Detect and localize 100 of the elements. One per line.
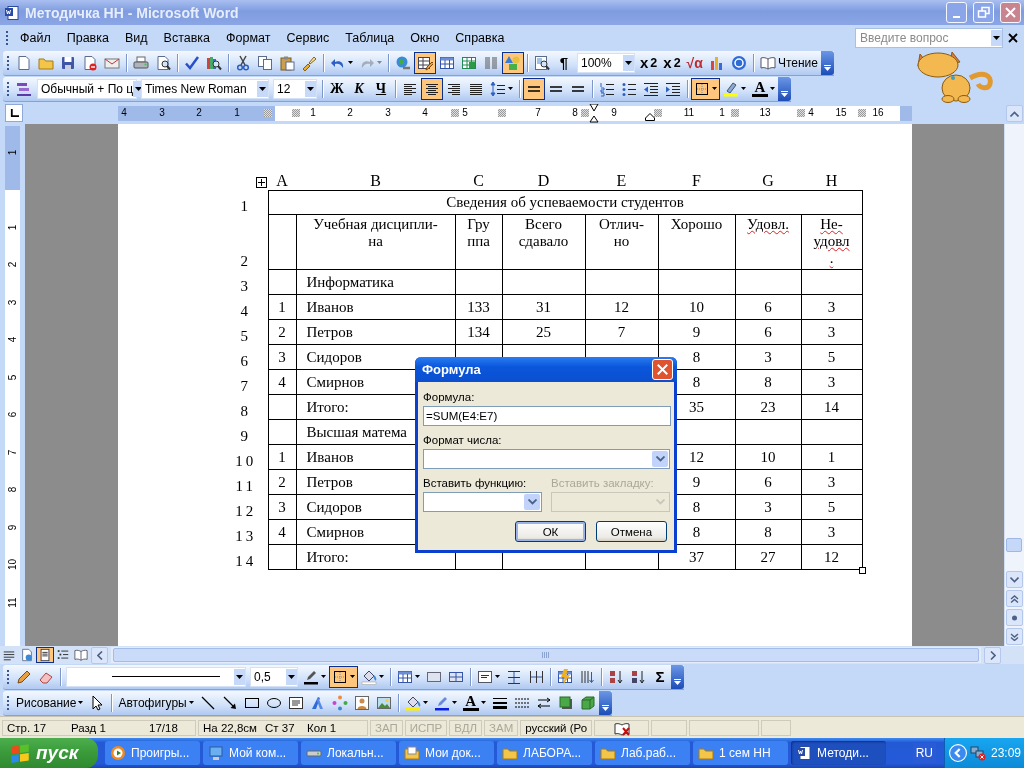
table-cell: 31 xyxy=(502,294,585,320)
table-cell: 25 xyxy=(502,319,585,345)
table-cell: 8 xyxy=(735,369,801,395)
table-cell: 3 xyxy=(801,469,862,495)
ruler-number: 9 xyxy=(610,107,618,118)
ruler-number: 3 xyxy=(7,298,18,307)
menu-item[interactable]: Окно xyxy=(402,28,448,47)
column-letter: H xyxy=(801,168,862,191)
taskbar-button[interactable]: ЛАБОРА... xyxy=(497,741,592,765)
table-cell: 1 xyxy=(801,444,862,470)
ruler-number: 1 xyxy=(233,107,241,118)
ruler-number: 15 xyxy=(834,107,848,118)
table-cell: Всего сдавало xyxy=(502,214,585,270)
ruler-number: 4 xyxy=(807,107,815,118)
table-cell: 2 xyxy=(268,469,296,495)
start-button[interactable]: пуск xyxy=(0,738,98,768)
toolbar-button[interactable]: Ж xyxy=(326,77,348,100)
column-letter: D xyxy=(502,168,585,191)
table-cell: Отлич- но xyxy=(585,214,658,270)
taskbar-button[interactable]: Методи... xyxy=(791,741,886,765)
toolbar-button[interactable]: √α xyxy=(683,51,706,74)
ruler-number: 8 xyxy=(7,485,18,495)
ruler-number: 4 xyxy=(421,107,429,118)
row-number: 11 xyxy=(230,469,268,495)
table-cell: 3 xyxy=(801,319,862,345)
table-cell: 12 xyxy=(585,294,658,320)
menu-item[interactable]: Таблица xyxy=(337,28,403,47)
menu-item[interactable]: Справка xyxy=(447,28,513,47)
table-cell: 133 xyxy=(455,294,502,320)
table-cell: 27 xyxy=(735,544,801,570)
ruler-number: 11 xyxy=(682,107,696,118)
column-letter: E xyxy=(585,168,658,191)
table-cell: 10 xyxy=(658,294,735,320)
taskbar-button[interactable]: Локальн... xyxy=(301,741,396,765)
language-indicator[interactable]: RU xyxy=(912,743,936,763)
ruler-number: 5 xyxy=(7,373,18,382)
dropdown-field[interactable]: Times New Roman xyxy=(141,78,269,99)
toolbar-button[interactable]: Ч xyxy=(370,77,392,100)
dropdown-field[interactable]: 100% xyxy=(577,52,635,73)
ruler-number: 1 xyxy=(718,107,726,118)
dialog-button[interactable]: Отмена xyxy=(596,521,667,542)
dropdown-field[interactable]: 12 xyxy=(273,78,317,99)
table-cell: Хорошо xyxy=(658,214,735,270)
menu-item[interactable]: Вид xyxy=(116,28,156,47)
table-cell: 6 xyxy=(735,469,801,495)
table-cell: Сведения об успеваемости студентов xyxy=(268,190,862,215)
table-cell: Не- удовл . xyxy=(801,214,862,270)
toolbar-button[interactable]: ¶ xyxy=(553,51,575,74)
ruler-number: 7 xyxy=(7,448,18,457)
ruler-number: 8 xyxy=(571,107,579,118)
dropdown-field[interactable]: 0,5 xyxy=(250,666,298,687)
row-number: 4 xyxy=(230,294,268,320)
ruler-number: 3 xyxy=(384,107,392,118)
language-indicator[interactable]: русский (Ро xyxy=(520,719,593,736)
table-cell: 1 xyxy=(268,294,296,320)
taskbar-button[interactable]: Проигры... xyxy=(105,741,200,765)
font-color-button[interactable]: A xyxy=(749,77,778,100)
table-cell: 9 xyxy=(658,319,735,345)
status-text: Стр. 17 xyxy=(7,721,48,734)
table-cell: 6 xyxy=(735,319,801,345)
ruler-number: 1 xyxy=(309,107,317,118)
ruler-number: 13 xyxy=(758,107,772,118)
menu-item[interactable]: Вставка xyxy=(155,28,219,47)
help-search-field[interactable]: Введите вопрос xyxy=(855,27,1003,48)
menu-button[interactable]: Рисование xyxy=(13,691,87,714)
ruler-number: 10 xyxy=(7,557,18,572)
table-cell: 3 xyxy=(735,494,801,520)
column-letter: G xyxy=(735,168,801,191)
taskbar-button[interactable]: Мой ком... xyxy=(203,741,298,765)
taskbar-button[interactable]: Лаб.раб... xyxy=(595,741,690,765)
ruler-number: 4 xyxy=(120,107,128,118)
menu-button[interactable]: Автофигуры xyxy=(115,691,197,714)
ruler-number: 1 xyxy=(7,148,18,157)
menu-item[interactable]: Файл xyxy=(12,28,59,47)
dialog-button[interactable]: ОК xyxy=(515,521,586,542)
toolbar-button[interactable]: Σ xyxy=(649,665,671,688)
row-number: 3 xyxy=(230,269,268,295)
column-letter: F xyxy=(658,168,735,191)
menu-item[interactable]: Сервис xyxy=(278,28,338,47)
table-cell: 1 xyxy=(268,444,296,470)
font-color-button[interactable]: A xyxy=(459,691,489,714)
toolbar-button[interactable]: К xyxy=(348,77,370,100)
taskbar-button[interactable]: Мои док... xyxy=(399,741,494,765)
row-number: 12 xyxy=(230,494,268,520)
formula-field[interactable]: =SUM(E4:E7) xyxy=(423,406,671,426)
table-cell: 8 xyxy=(735,519,801,545)
menu-item[interactable]: Правка xyxy=(58,28,117,47)
table-cell: 10 xyxy=(735,444,801,470)
taskbar-button[interactable]: 1 сем НН xyxy=(693,741,788,765)
ruler-number: 4 xyxy=(7,335,18,345)
table-cell: 3 xyxy=(268,494,296,520)
ruler-number: 9 xyxy=(7,523,18,532)
table-cell: 4 xyxy=(268,519,296,545)
table-cell: Информатика xyxy=(296,269,455,295)
status-text: На 22,8см xyxy=(203,721,258,734)
table-cell: Учебная дисципли- на xyxy=(296,214,455,270)
row-number: 1 xyxy=(230,190,268,215)
table-cell: 4 xyxy=(268,369,296,395)
menu-item[interactable]: Формат xyxy=(218,28,279,47)
reading-button[interactable]: Чтение xyxy=(756,51,821,74)
